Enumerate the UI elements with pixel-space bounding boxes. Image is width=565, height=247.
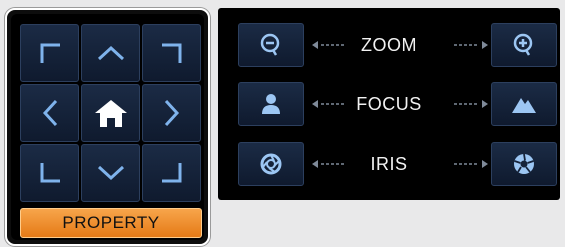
focus-far-button[interactable] (491, 82, 557, 126)
pan-right-button[interactable] (142, 84, 201, 142)
zoom-out-button[interactable] (238, 23, 304, 67)
arrow-right-dashed-icon (454, 100, 488, 108)
ptz-control-screen: PROPERTY ZOOM FOCUS IRIS (0, 0, 565, 247)
iris-open-icon (514, 153, 534, 174)
ptz-pad: PROPERTY (5, 8, 210, 246)
focus-near-icon (262, 94, 280, 114)
property-button-label: PROPERTY (62, 213, 160, 232)
tilt-up-button[interactable] (81, 24, 140, 82)
arrow-left-dashed-icon (312, 160, 346, 168)
arrow-down-right-icon (161, 163, 181, 183)
arrow-up-icon (97, 45, 124, 61)
iris-row: IRIS (218, 142, 560, 188)
arrow-right-dashed-icon (454, 160, 488, 168)
zoom-in-button[interactable] (491, 23, 557, 67)
iris-label: IRIS (370, 154, 408, 174)
focus-far-icon (512, 98, 536, 113)
arrow-down-icon (97, 165, 124, 181)
arrow-up-left-icon (40, 43, 60, 63)
zoom-row: ZOOM (218, 23, 560, 69)
arrow-right-icon (164, 99, 179, 127)
zoom-out-icon (260, 33, 280, 56)
zoom-label: ZOOM (361, 35, 417, 55)
pan-down-left-button[interactable] (20, 144, 79, 202)
pan-down-right-button[interactable] (142, 144, 201, 202)
arrow-left-dashed-icon (312, 100, 346, 108)
pan-up-left-button[interactable] (20, 24, 79, 82)
focus-label: FOCUS (356, 94, 422, 114)
focus-row: FOCUS (218, 82, 560, 128)
arrow-left-icon (42, 99, 57, 127)
pan-up-right-button[interactable] (142, 24, 201, 82)
arrow-left-dashed-icon (312, 41, 346, 49)
iris-open-button[interactable] (491, 142, 557, 186)
pan-left-button[interactable] (20, 84, 79, 142)
focus-near-button[interactable] (238, 82, 304, 126)
direction-grid (20, 24, 201, 202)
iris-close-button[interactable] (238, 142, 304, 186)
tilt-down-button[interactable] (81, 144, 140, 202)
property-button[interactable]: PROPERTY (20, 208, 202, 238)
iris-close-icon (260, 153, 282, 175)
arrow-right-dashed-icon (454, 41, 488, 49)
lens-control-panel: ZOOM FOCUS IRIS (218, 8, 560, 200)
zoom-in-icon (513, 33, 533, 56)
arrow-down-left-icon (40, 163, 60, 183)
home-button[interactable] (81, 84, 140, 142)
home-icon (94, 100, 127, 127)
ptz-pad-inner: PROPERTY (11, 14, 204, 240)
arrow-up-right-icon (161, 43, 181, 63)
